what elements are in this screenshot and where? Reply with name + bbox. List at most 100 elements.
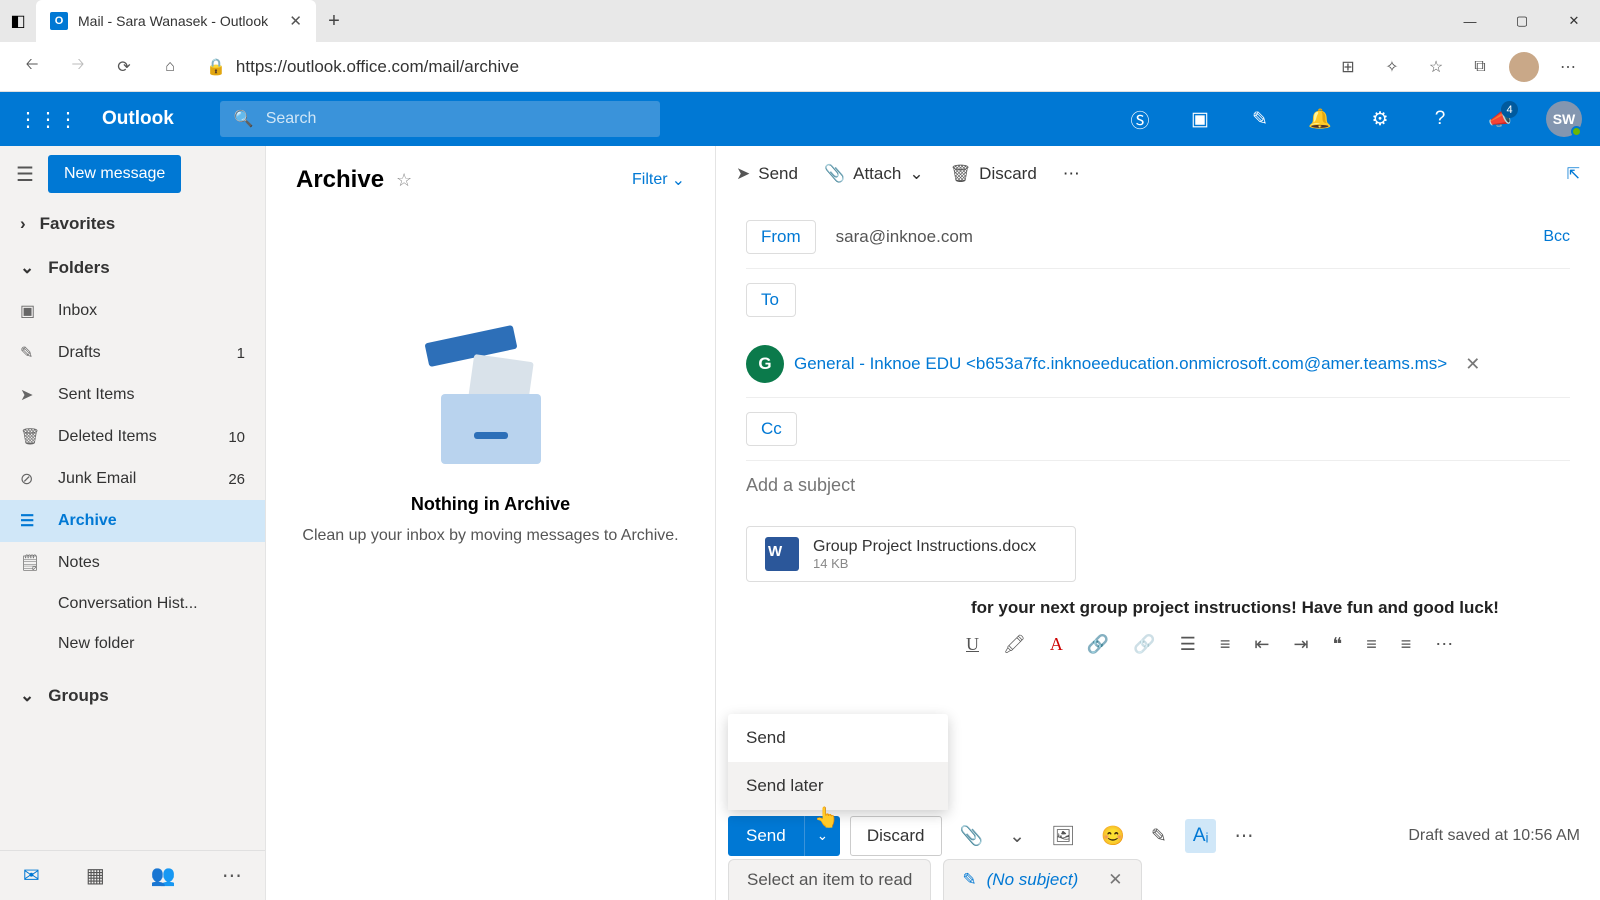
new-tab-button[interactable]: + <box>316 10 352 33</box>
people-module-icon[interactable]: 👥 <box>151 863 176 888</box>
notifications-icon[interactable]: 🔔 <box>1298 97 1342 141</box>
folder-title: Archive <box>296 166 384 194</box>
reading-pane-tab[interactable]: Select an item to read <box>728 859 931 900</box>
app-name[interactable]: Outlook <box>102 108 174 130</box>
remove-recipient-icon[interactable]: ✕ <box>1465 354 1480 375</box>
discard-button[interactable]: Discard <box>850 816 942 856</box>
attachment-chip[interactable]: Group Project Instructions.docx 14 KB <box>746 526 1076 582</box>
cc-field[interactable]: Cc <box>746 398 1570 461</box>
subject-input[interactable] <box>746 475 1570 496</box>
from-label[interactable]: From <box>746 220 816 254</box>
groups-section[interactable]: ⌄ Groups <box>0 674 265 718</box>
format-more-icon[interactable]: ⋯ <box>1435 634 1453 655</box>
search-input[interactable] <box>266 110 646 128</box>
highlight-icon[interactable]: 🖍 <box>1003 634 1026 655</box>
folder-drafts[interactable]: ✎Drafts1 <box>0 332 265 374</box>
chevron-down-icon: ⌄ <box>20 686 34 706</box>
outdent-icon[interactable]: ⇤ <box>1254 634 1269 655</box>
presence-indicator <box>1571 126 1582 137</box>
toolbar-attach-button[interactable]: 📎Attach ⌄ <box>824 164 924 184</box>
user-avatar[interactable]: SW <box>1546 101 1582 137</box>
folder-conversation-history[interactable]: Conversation Hist... <box>0 584 265 624</box>
link-icon[interactable]: 🔗 <box>1087 634 1109 655</box>
window-maximize-button[interactable]: ▢ <box>1496 0 1548 42</box>
folder-deleted[interactable]: 🗑Deleted Items10 <box>0 416 265 458</box>
help-icon[interactable]: ? <box>1418 97 1462 141</box>
mail-module-icon[interactable]: ✉ <box>23 863 40 888</box>
font-color-icon[interactable]: A <box>1050 634 1063 655</box>
outlook-add-icon[interactable]: ✎ <box>1238 97 1282 141</box>
insert-image-icon[interactable]: 🖼 <box>1043 824 1083 848</box>
recipient-pill[interactable]: G General - Inknoe EDU <b653a7fc.inknoee… <box>746 345 1570 383</box>
app-launcher-icon[interactable]: ⋮⋮⋮ <box>10 107 86 132</box>
extensions-icon[interactable]: ⊞ <box>1328 47 1368 87</box>
folder-inbox[interactable]: ▣Inbox <box>0 290 265 332</box>
new-folder-button[interactable]: New folder <box>0 624 265 664</box>
browser-menu-icon[interactable]: ⋯ <box>1548 47 1588 87</box>
toolbar-discard-button[interactable]: 🗑Discard <box>950 164 1037 184</box>
close-tab-icon[interactable]: ✕ <box>1108 870 1122 890</box>
tab-title: Mail - Sara Wanasek - Outlook <box>78 13 279 29</box>
toolbar-send-button[interactable]: ➤Send <box>736 164 798 184</box>
folder-archive[interactable]: ☰Archive <box>0 500 265 542</box>
skype-icon[interactable]: Ⓢ <box>1118 97 1162 141</box>
collections-icon[interactable]: ⧉ <box>1460 47 1500 87</box>
toolbar-more-icon[interactable]: ⋯ <box>1063 164 1080 184</box>
favorites-icon[interactable]: ☆ <box>1416 47 1456 87</box>
hamburger-icon[interactable]: ☰ <box>12 158 38 191</box>
number-list-icon[interactable]: ≡ <box>1220 634 1231 655</box>
action-more-icon[interactable]: ⋯ <box>1226 825 1261 848</box>
attach-icon[interactable]: 📎 <box>952 824 992 848</box>
address-bar[interactable]: 🔒 https://outlook.office.com/mail/archiv… <box>196 57 1322 77</box>
calendar-module-icon[interactable]: ▦ <box>86 863 105 888</box>
tab-close-icon[interactable]: ✕ <box>289 12 302 30</box>
draft-tab[interactable]: ✎(No subject)✕ <box>943 859 1141 900</box>
emoji-icon[interactable]: 😊 <box>1093 824 1133 848</box>
new-message-button[interactable]: New message <box>48 155 181 193</box>
to-field[interactable]: To G General - Inknoe EDU <b653a7fc.inkn… <box>746 269 1570 398</box>
teams-icon[interactable]: ▣ <box>1178 97 1222 141</box>
window-minimize-button[interactable]: — <box>1444 0 1496 42</box>
bcc-button[interactable]: Bcc <box>1543 228 1570 246</box>
send-now-option[interactable]: Send <box>728 714 948 762</box>
unlink-icon[interactable]: 🔗 <box>1133 634 1155 655</box>
more-modules-icon[interactable]: ⋯ <box>222 863 242 888</box>
home-button[interactable]: ⌂ <box>150 47 190 87</box>
bullet-list-icon[interactable]: ☰ <box>1180 634 1196 655</box>
to-label[interactable]: To <box>746 283 796 317</box>
folder-sent[interactable]: ➤Sent Items <box>0 374 265 416</box>
window-close-button[interactable]: ✕ <box>1548 0 1600 42</box>
profile-avatar[interactable] <box>1504 47 1544 87</box>
favorites-section[interactable]: › Favorites <box>0 202 265 246</box>
subject-field[interactable] <box>746 461 1570 510</box>
quote-icon[interactable]: ❝ <box>1333 634 1343 655</box>
back-button[interactable]: 🡠 <box>12 47 52 87</box>
junk-icon: ⊘ <box>20 469 42 489</box>
settings-icon[interactable]: ⚙ <box>1358 97 1402 141</box>
search-box[interactable]: 🔍 <box>220 101 660 137</box>
attach-dropdown-icon[interactable]: ⌄ <box>1001 825 1033 848</box>
folder-junk[interactable]: ⊘Junk Email26 <box>0 458 265 500</box>
formatting-toggle-icon[interactable]: Aᵢ <box>1185 819 1217 853</box>
message-body[interactable]: for your next group project instructions… <box>746 598 1570 618</box>
cc-label[interactable]: Cc <box>746 412 797 446</box>
align-center-icon[interactable]: ≡ <box>1401 634 1412 655</box>
browser-tab[interactable]: O Mail - Sara Wanasek - Outlook ✕ <box>36 0 316 42</box>
favorites-add-icon[interactable]: ✧ <box>1372 47 1412 87</box>
filter-dropdown[interactable]: Filter ⌄ <box>632 170 685 190</box>
favorite-star-icon[interactable]: ☆ <box>396 170 412 191</box>
align-left-icon[interactable]: ≡ <box>1366 634 1377 655</box>
announcements-icon[interactable]: 📣4 <box>1478 97 1522 141</box>
folder-notes[interactable]: 🗒Notes <box>0 542 265 584</box>
refresh-button[interactable]: ⟳ <box>104 47 144 87</box>
signature-edit-icon[interactable]: ✎ <box>1143 825 1175 848</box>
folders-section[interactable]: ⌄ Folders <box>0 246 265 290</box>
compose-action-bar: Send ⌄ Discard 📎 ⌄ 🖼 😊 ✎ Aᵢ ⋯ Draft save… <box>728 816 1580 856</box>
underline-icon[interactable]: U <box>966 634 979 655</box>
send-button[interactable]: Send <box>728 816 804 856</box>
send-later-option[interactable]: Send later <box>728 762 948 810</box>
attachment-size: 14 KB <box>813 556 1036 571</box>
popout-icon[interactable]: ⇱ <box>1567 164 1580 184</box>
chevron-right-icon: › <box>20 214 26 234</box>
indent-icon[interactable]: ⇥ <box>1293 634 1308 655</box>
